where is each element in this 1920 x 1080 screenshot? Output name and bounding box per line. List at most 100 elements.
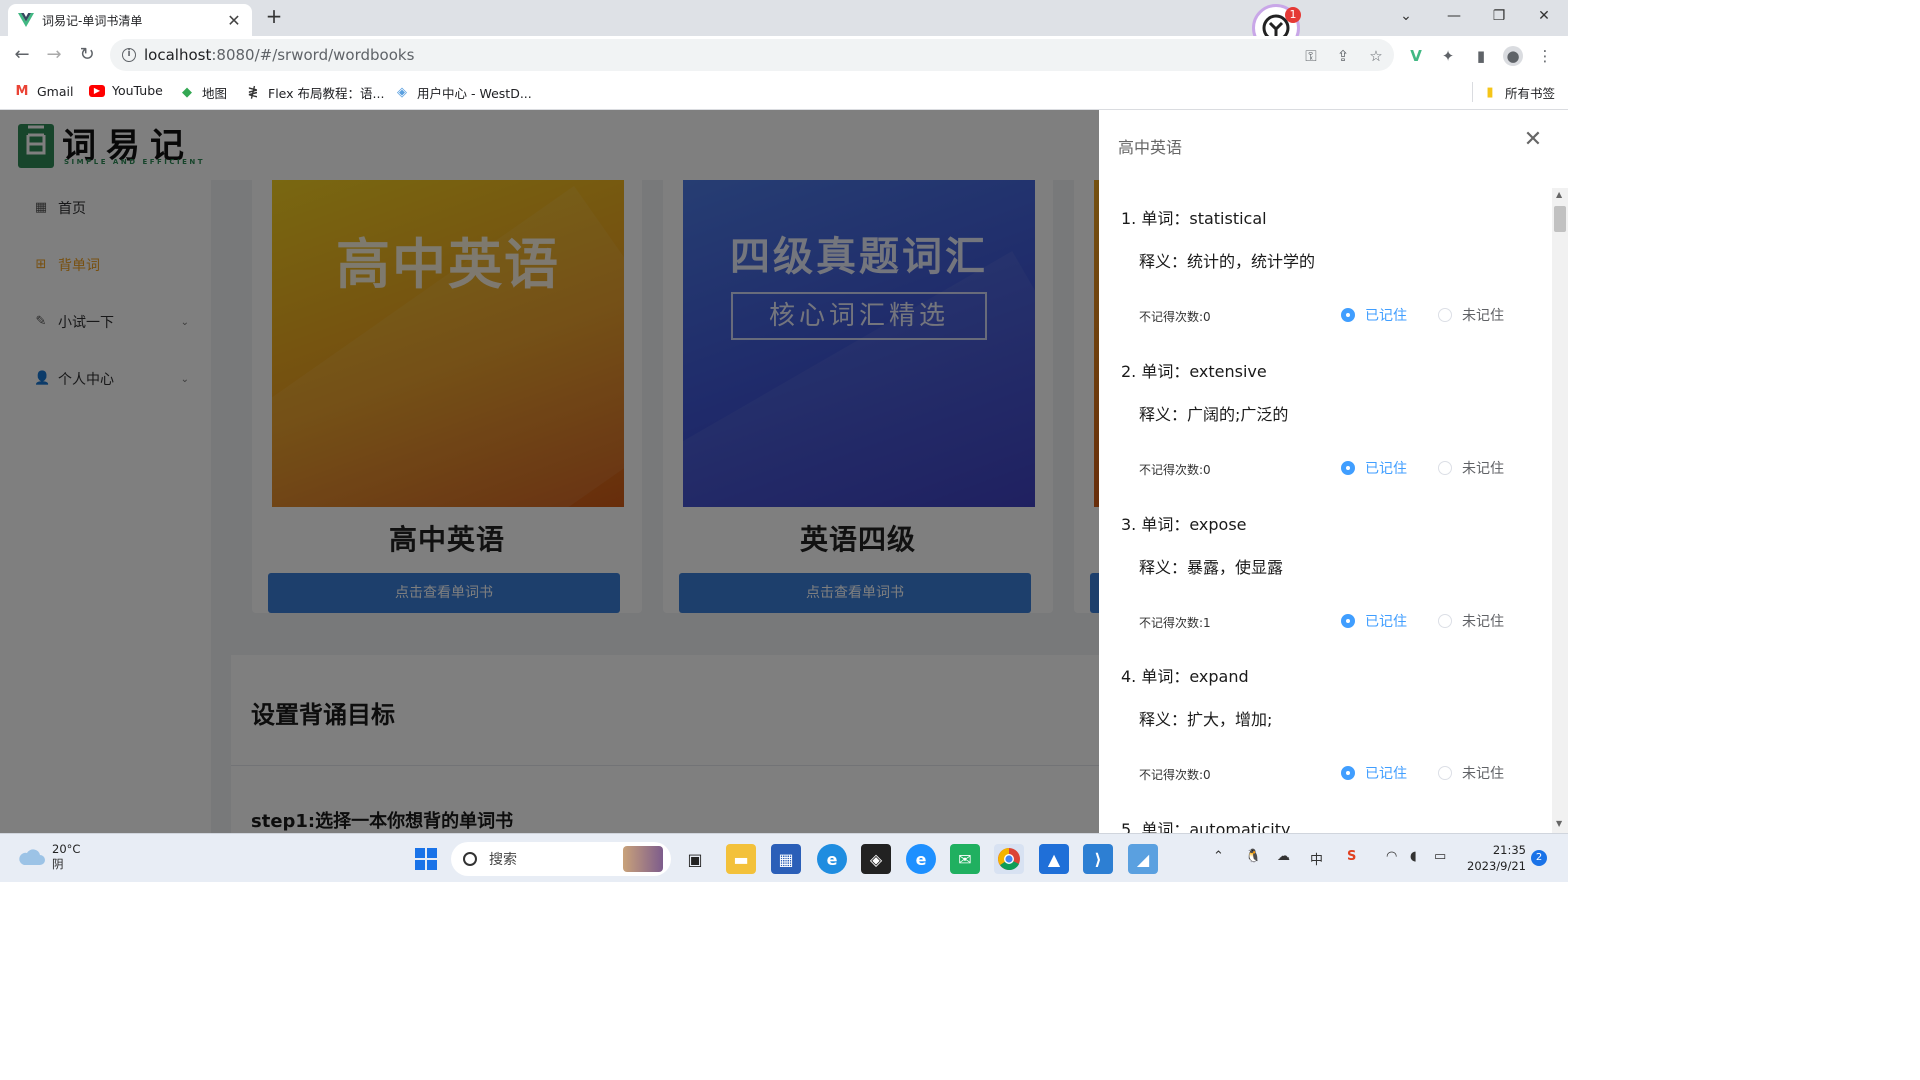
onedrive-icon[interactable]: ☁ xyxy=(1277,849,1290,864)
file-explorer-icon[interactable]: ▬ xyxy=(726,844,756,874)
side-panel-icon[interactable]: ▮ xyxy=(1471,46,1491,66)
bookmark-user-center[interactable]: ◈ 用户中心 - WestD... xyxy=(394,83,532,102)
scrollbar-thumb[interactable] xyxy=(1554,206,1566,232)
forward-icon[interactable]: → xyxy=(42,44,66,68)
drawer-scrollbar[interactable]: ▲ ▼ xyxy=(1552,188,1568,833)
forget-count: 不记得次数:1 xyxy=(1139,616,1211,630)
bookmark-flex-tutorial[interactable]: ≹ Flex 布局教程：语... xyxy=(245,83,385,102)
not-remembered-radio[interactable]: 未记住 xyxy=(1438,611,1504,631)
image-app-icon[interactable]: ◢ xyxy=(1128,844,1158,874)
bookmark-star-icon[interactable]: ☆ xyxy=(1366,46,1386,66)
weather-widget[interactable]: 20°C 阴 xyxy=(16,842,80,872)
messaging-icon[interactable]: ✉ xyxy=(950,844,980,874)
wifi-icon[interactable]: ◠ xyxy=(1386,849,1397,864)
word-text: 2. 单词：extensive xyxy=(1121,362,1267,381)
word-meaning: 释义：扩大，增加; xyxy=(1139,710,1273,729)
not-remembered-radio[interactable]: 未记住 xyxy=(1438,305,1504,325)
remembered-radio[interactable]: 已记住 xyxy=(1341,611,1407,631)
vue-devtools-icon[interactable]: V xyxy=(1406,46,1426,66)
maps-icon: ◆ xyxy=(182,85,192,100)
bookmark-maps[interactable]: ◆ 地图 xyxy=(179,83,227,102)
search-highlight-icon xyxy=(623,846,663,872)
extensions-icon[interactable]: ✦ xyxy=(1438,46,1458,66)
radio-checked-icon xyxy=(1341,614,1355,628)
meeting-app-icon[interactable]: ▲ xyxy=(1039,844,1069,874)
word-text: 4. 单词：expand xyxy=(1121,667,1249,686)
remembered-radio[interactable]: 已记住 xyxy=(1341,763,1407,783)
clock-time: 21:35 xyxy=(1492,843,1526,857)
scroll-up-icon[interactable]: ▲ xyxy=(1556,190,1562,199)
chrome-icon[interactable] xyxy=(994,844,1024,874)
input-method-icon[interactable]: S xyxy=(1347,849,1356,864)
clock[interactable]: 21:35 2023/9/21 xyxy=(1466,842,1526,874)
not-remembered-radio[interactable]: 未记住 xyxy=(1438,763,1504,783)
bookmarks-bar: M Gmail ▶ YouTube ◆ 地图 ≹ Flex 布局教程：语... ◈ 用户中… xyxy=(0,74,1568,110)
radio-checked-icon xyxy=(1341,308,1355,322)
flex-site-icon: ≹ xyxy=(247,85,259,100)
forget-count: 不记得次数:0 xyxy=(1139,310,1211,324)
radio-unchecked-icon xyxy=(1438,766,1452,780)
key-icon[interactable]: ⚿ xyxy=(1301,46,1321,66)
bookmark-gmail[interactable]: M Gmail xyxy=(14,83,74,99)
remembered-radio[interactable]: 已记住 xyxy=(1341,458,1407,478)
site-info-icon[interactable]: i xyxy=(122,48,136,62)
word-text: 3. 单词：expose xyxy=(1121,515,1247,534)
close-icon[interactable]: ✕ xyxy=(1521,128,1545,152)
search-icon xyxy=(463,852,477,866)
minimize-button[interactable]: — xyxy=(1440,4,1468,28)
word-text: 1. 单词：statistical xyxy=(1121,209,1267,228)
tray-overflow-icon[interactable]: ⌃ xyxy=(1213,849,1224,864)
edge-icon[interactable]: e xyxy=(817,844,847,874)
all-bookmarks[interactable]: ▮ 所有书签 xyxy=(1482,83,1555,102)
bookmark-youtube[interactable]: ▶ YouTube xyxy=(89,83,163,98)
word-text: 5. 单词：automaticity xyxy=(1121,820,1291,833)
modal-overlay[interactable] xyxy=(0,110,1099,833)
forget-count: 不记得次数:0 xyxy=(1139,768,1211,782)
westd-icon: ◈ xyxy=(397,85,407,100)
tab-search-icon[interactable]: ⌄ xyxy=(1392,4,1420,28)
restore-button[interactable]: ❐ xyxy=(1485,4,1513,28)
close-tab-icon[interactable]: ✕ xyxy=(226,11,242,30)
address-bar[interactable]: i localhost:8080/#/srword/wordbooks xyxy=(110,39,1394,71)
vue-favicon-icon xyxy=(18,12,34,28)
clock-date: 2023/9/21 xyxy=(1467,859,1526,873)
weather-desc: 阴 xyxy=(52,857,64,871)
remembered-radio[interactable]: 已记住 xyxy=(1341,305,1407,325)
radio-unchecked-icon xyxy=(1438,614,1452,628)
browser-tab[interactable]: 词易记-单词书清单 ✕ xyxy=(8,4,252,36)
browser-toolbar: ← → ↻ i localhost:8080/#/srword/wordbook… xyxy=(0,36,1568,74)
notification-badge[interactable]: 2 xyxy=(1531,850,1547,866)
gmail-icon: M xyxy=(15,83,29,99)
app-viewport: 词易记 SIMPLE AND EFFICIENT ▦ 首页 ⊞ 背单词 ✎ 小试… xyxy=(0,110,1568,833)
profile-avatar-icon[interactable]: ● xyxy=(1503,46,1523,66)
store-icon[interactable]: ▦ xyxy=(771,844,801,874)
not-remembered-radio[interactable]: 未记住 xyxy=(1438,458,1504,478)
radio-checked-icon xyxy=(1341,766,1355,780)
weather-temp: 20°C xyxy=(52,842,81,856)
close-window-button[interactable]: ✕ xyxy=(1530,4,1558,28)
tab-title: 词易记-单词书清单 xyxy=(42,13,143,28)
windows-start-icon[interactable] xyxy=(411,844,441,874)
volume-icon[interactable]: ◖ xyxy=(1410,849,1417,864)
battery-icon[interactable]: ▭ xyxy=(1434,849,1446,864)
vscode-icon[interactable]: ⟩ xyxy=(1083,844,1113,874)
bookmarks-divider xyxy=(1472,82,1473,102)
qq-icon[interactable]: 🐧 xyxy=(1245,849,1261,864)
taskbar-search[interactable]: 搜索 xyxy=(451,842,671,876)
word-meaning: 释义：暴露，使显露 xyxy=(1139,558,1284,577)
task-view-icon[interactable]: ▣ xyxy=(680,844,710,874)
ie-icon[interactable]: e xyxy=(906,844,936,874)
folder-icon: ▮ xyxy=(1486,85,1494,100)
youtube-icon: ▶ xyxy=(89,84,105,97)
drawer-title: 高中英语 xyxy=(1118,138,1183,157)
ime-icon[interactable]: 中 xyxy=(1310,849,1323,868)
browser-menu-icon[interactable]: ⋮ xyxy=(1535,46,1555,66)
word-meaning: 释义：统计的，统计学的 xyxy=(1139,252,1316,271)
share-icon[interactable]: ⇪ xyxy=(1333,46,1353,66)
reload-icon[interactable]: ↻ xyxy=(75,44,99,68)
radio-unchecked-icon xyxy=(1438,461,1452,475)
back-icon[interactable]: ← xyxy=(10,44,34,68)
jetbrains-icon[interactable]: ◈ xyxy=(861,844,891,874)
scroll-down-icon[interactable]: ▼ xyxy=(1556,819,1562,828)
new-tab-button[interactable]: + xyxy=(262,5,286,29)
